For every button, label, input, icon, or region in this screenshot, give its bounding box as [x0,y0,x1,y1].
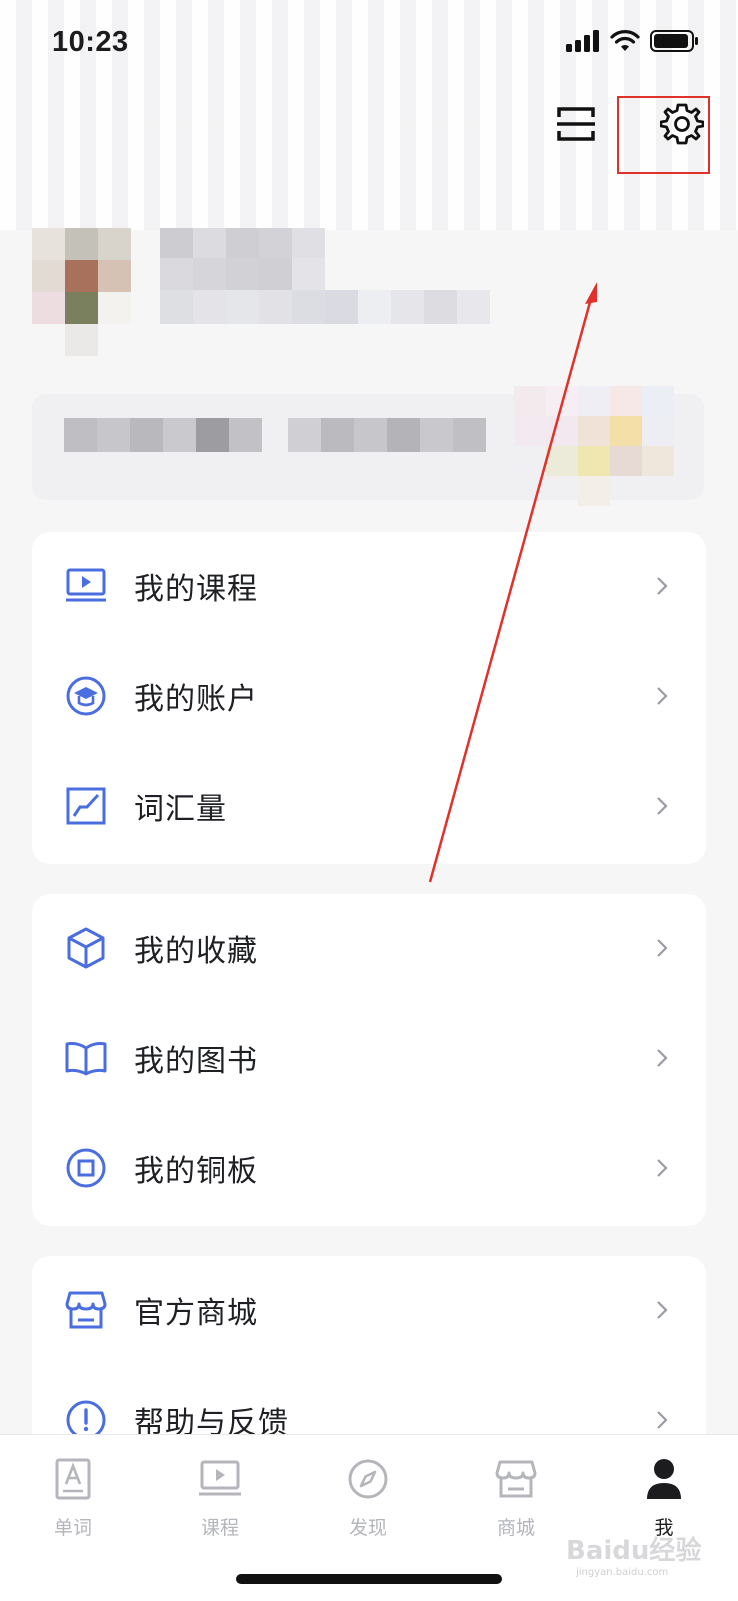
tab-label: 发现 [348,1517,387,1539]
status-bar: 10:23 [0,0,738,90]
tab-store[interactable]: 商城 [456,1449,576,1559]
tab-discover[interactable]: 发现 [308,1449,428,1559]
menu-card-learning: 我的课程 我的账户 词汇量 [32,532,706,864]
menu-item-official-store[interactable]: 官方商城 [32,1256,706,1364]
chevron-right-icon [657,939,668,957]
chevron-right-icon [657,1411,668,1429]
status-time: 10:23 [52,26,129,58]
watermark: Baidu经验 jingyan.baidu.com [566,1530,701,1578]
status-icons [566,30,698,52]
store-icon [64,1288,108,1332]
battery-icon [650,30,698,52]
watermark-url: jingyan.baidu.com [576,1567,669,1578]
chevron-right-icon [657,1301,668,1319]
person-icon [640,1455,688,1503]
avatar[interactable] [32,228,132,358]
menu-item-label: 词汇量 [134,792,227,827]
scan-icon [557,107,595,141]
menu-item-label: 我的铜板 [134,1154,258,1189]
chevron-right-icon [657,1159,668,1177]
home-indicator [236,1574,502,1584]
wifi-icon [610,30,640,51]
menu-item-label: 官方商城 [134,1296,258,1331]
course-icon [196,1455,244,1503]
tab-courses[interactable]: 课程 [160,1449,280,1559]
chevron-right-icon [657,1049,668,1067]
menu-item-label: 我的账户 [134,682,258,717]
tab-label: 单词 [53,1517,92,1539]
watermark-brand: Baidu经验 [566,1536,702,1566]
chevron-right-icon [657,687,668,705]
word-card-icon [49,1455,97,1503]
cube-icon [64,926,108,970]
username-redacted [160,228,325,262]
user-desc-redacted [160,290,490,324]
cellular-signal-icon [566,30,599,52]
compass-icon [344,1455,392,1503]
menu-item-my-books[interactable]: 我的图书 [32,1004,706,1112]
store-icon [492,1455,540,1503]
tab-words[interactable]: 单词 [13,1449,133,1559]
user-profile[interactable] [32,228,708,358]
menu-item-label: 我的收藏 [134,934,258,969]
chevron-right-icon [657,797,668,815]
menu-item-my-coins[interactable]: 我的铜板 [32,1114,706,1222]
chevron-right-icon [657,577,668,595]
menu-item-my-favorites[interactable]: 我的收藏 [32,894,706,1002]
menu-item-my-account[interactable]: 我的账户 [32,642,706,750]
settings-highlight-box [617,96,710,174]
menu-item-label: 我的课程 [134,572,258,607]
scan-button[interactable] [548,96,604,152]
tab-label: 商城 [496,1517,535,1539]
tab-label: 课程 [200,1517,239,1539]
stat-left-redacted [64,418,262,452]
user-meta-redacted [160,258,325,292]
menu-card-collections: 我的收藏 我的图书 我的铜板 [32,894,706,1226]
open-book-icon [64,1036,108,1080]
menu-item-vocabulary[interactable]: 词汇量 [32,752,706,860]
stat-right-redacted [288,418,486,452]
coin-icon [64,1146,108,1190]
menu-item-my-courses[interactable]: 我的课程 [32,532,706,640]
chart-line-icon [64,784,108,828]
card-graphic-redacted [514,386,674,506]
menu-item-label: 我的图书 [134,1044,258,1079]
laptop-play-icon [64,564,108,608]
membership-card[interactable] [32,386,704,506]
graduation-cap-icon [64,674,108,718]
